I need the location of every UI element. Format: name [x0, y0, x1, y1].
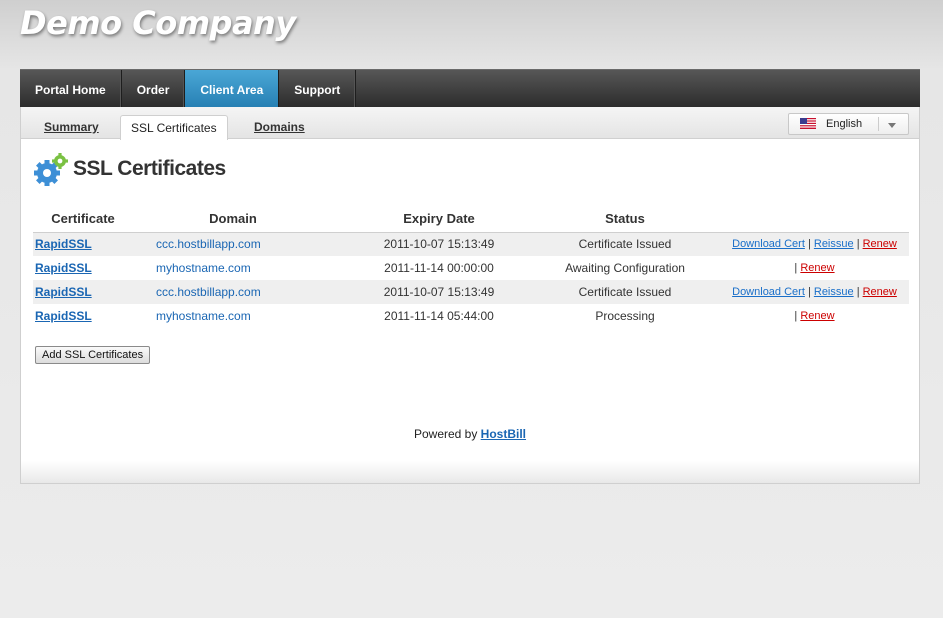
download-cert-link[interactable]: Download Cert	[732, 286, 805, 298]
renew-link[interactable]: Renew	[863, 286, 897, 298]
status-cell: Certificate Issued	[545, 280, 705, 304]
language-select[interactable]: English	[788, 113, 909, 135]
expiry-date-cell: 2011-11-14 05:44:00	[384, 309, 494, 323]
separator: |	[794, 310, 798, 322]
tab-domains[interactable]: Domains	[254, 120, 305, 134]
content-panel: Summary SSL Certificates Domains English	[20, 107, 920, 484]
nav-portal-home[interactable]: Portal Home	[20, 70, 122, 107]
column-header-domain: Domain	[133, 206, 333, 233]
sub-nav: Summary SSL Certificates Domains English	[21, 107, 919, 140]
status-cell: Awaiting Configuration	[565, 261, 685, 275]
separator: |	[807, 286, 811, 298]
table-header-row: Certificate Domain Expiry Date Status	[33, 206, 909, 233]
powered-by-text: Powered by	[413, 427, 481, 441]
actions-cell: Download Cert | Reissue | Renew	[705, 232, 909, 256]
chevron-down-icon	[888, 123, 896, 128]
separator: |	[856, 286, 860, 298]
language-label: English	[826, 118, 863, 130]
renew-link[interactable]: Renew	[800, 310, 834, 322]
reissue-link[interactable]: Reissue	[814, 286, 854, 298]
expiry-date-cell: 2011-10-07 15:13:49	[333, 232, 545, 256]
main-nav: Portal Home Order Client Area Support	[20, 69, 920, 107]
ssl-certificates-table: Certificate Domain Expiry Date Status Ra…	[33, 206, 909, 328]
separator: |	[794, 262, 798, 274]
domain-cell: ccc.hostbillapp.com	[133, 232, 333, 256]
page-title: SSL Certificates	[73, 157, 226, 180]
download-cert-link[interactable]: Download Cert	[732, 238, 805, 250]
domain-cell: myhostname.com	[156, 261, 251, 275]
table-row: RapidSSL myhostname.com 2011-11-14 05:44…	[33, 304, 909, 328]
actions-cell: | Renew	[705, 304, 909, 328]
table-row: RapidSSL myhostname.com 2011-11-14 00:00…	[33, 256, 909, 280]
certificate-link[interactable]: RapidSSL	[35, 309, 92, 323]
renew-link[interactable]: Renew	[800, 262, 834, 274]
reissue-link[interactable]: Reissue	[814, 238, 854, 250]
table-row: RapidSSL ccc.hostbillapp.com 2011-10-07 …	[33, 280, 909, 304]
gears-icon	[34, 153, 68, 186]
nav-order[interactable]: Order	[122, 70, 186, 107]
actions-cell: Download Cert | Reissue | Renew	[705, 280, 909, 304]
certificate-link[interactable]: RapidSSL	[35, 285, 92, 299]
domain-cell: ccc.hostbillapp.com	[133, 280, 333, 304]
nav-support[interactable]: Support	[279, 70, 357, 107]
column-header-actions	[705, 206, 909, 233]
certificate-link[interactable]: RapidSSL	[35, 261, 92, 275]
certificate-link[interactable]: RapidSSL	[35, 237, 92, 251]
status-cell: Processing	[595, 309, 655, 323]
expiry-date-cell: 2011-10-07 15:13:49	[333, 280, 545, 304]
divider	[878, 117, 879, 131]
column-header-expiry-date: Expiry Date	[333, 206, 545, 233]
us-flag-icon	[800, 118, 816, 129]
tab-ssl-certificates[interactable]: SSL Certificates	[120, 115, 228, 140]
expiry-date-cell: 2011-11-14 00:00:00	[384, 261, 494, 275]
domain-cell: myhostname.com	[156, 309, 251, 323]
actions-cell: | Renew	[705, 256, 909, 280]
table-row: RapidSSL ccc.hostbillapp.com 2011-10-07 …	[33, 232, 909, 256]
separator: |	[807, 238, 811, 251]
nav-client-area[interactable]: Client Area	[185, 70, 280, 107]
column-header-status: Status	[545, 206, 705, 233]
column-header-certificate: Certificate	[33, 206, 133, 233]
hostbill-link[interactable]: HostBill	[481, 427, 526, 441]
tab-summary[interactable]: Summary	[44, 120, 99, 134]
separator: |	[856, 238, 860, 251]
brand-logo: Demo Company	[20, 4, 296, 42]
status-cell: Certificate Issued	[545, 232, 705, 256]
panel-footer	[21, 461, 919, 483]
renew-link[interactable]: Renew	[863, 238, 897, 250]
powered-by: Powered by HostBill	[21, 427, 919, 441]
add-ssl-certificates-button[interactable]: Add SSL Certificates	[35, 346, 151, 364]
